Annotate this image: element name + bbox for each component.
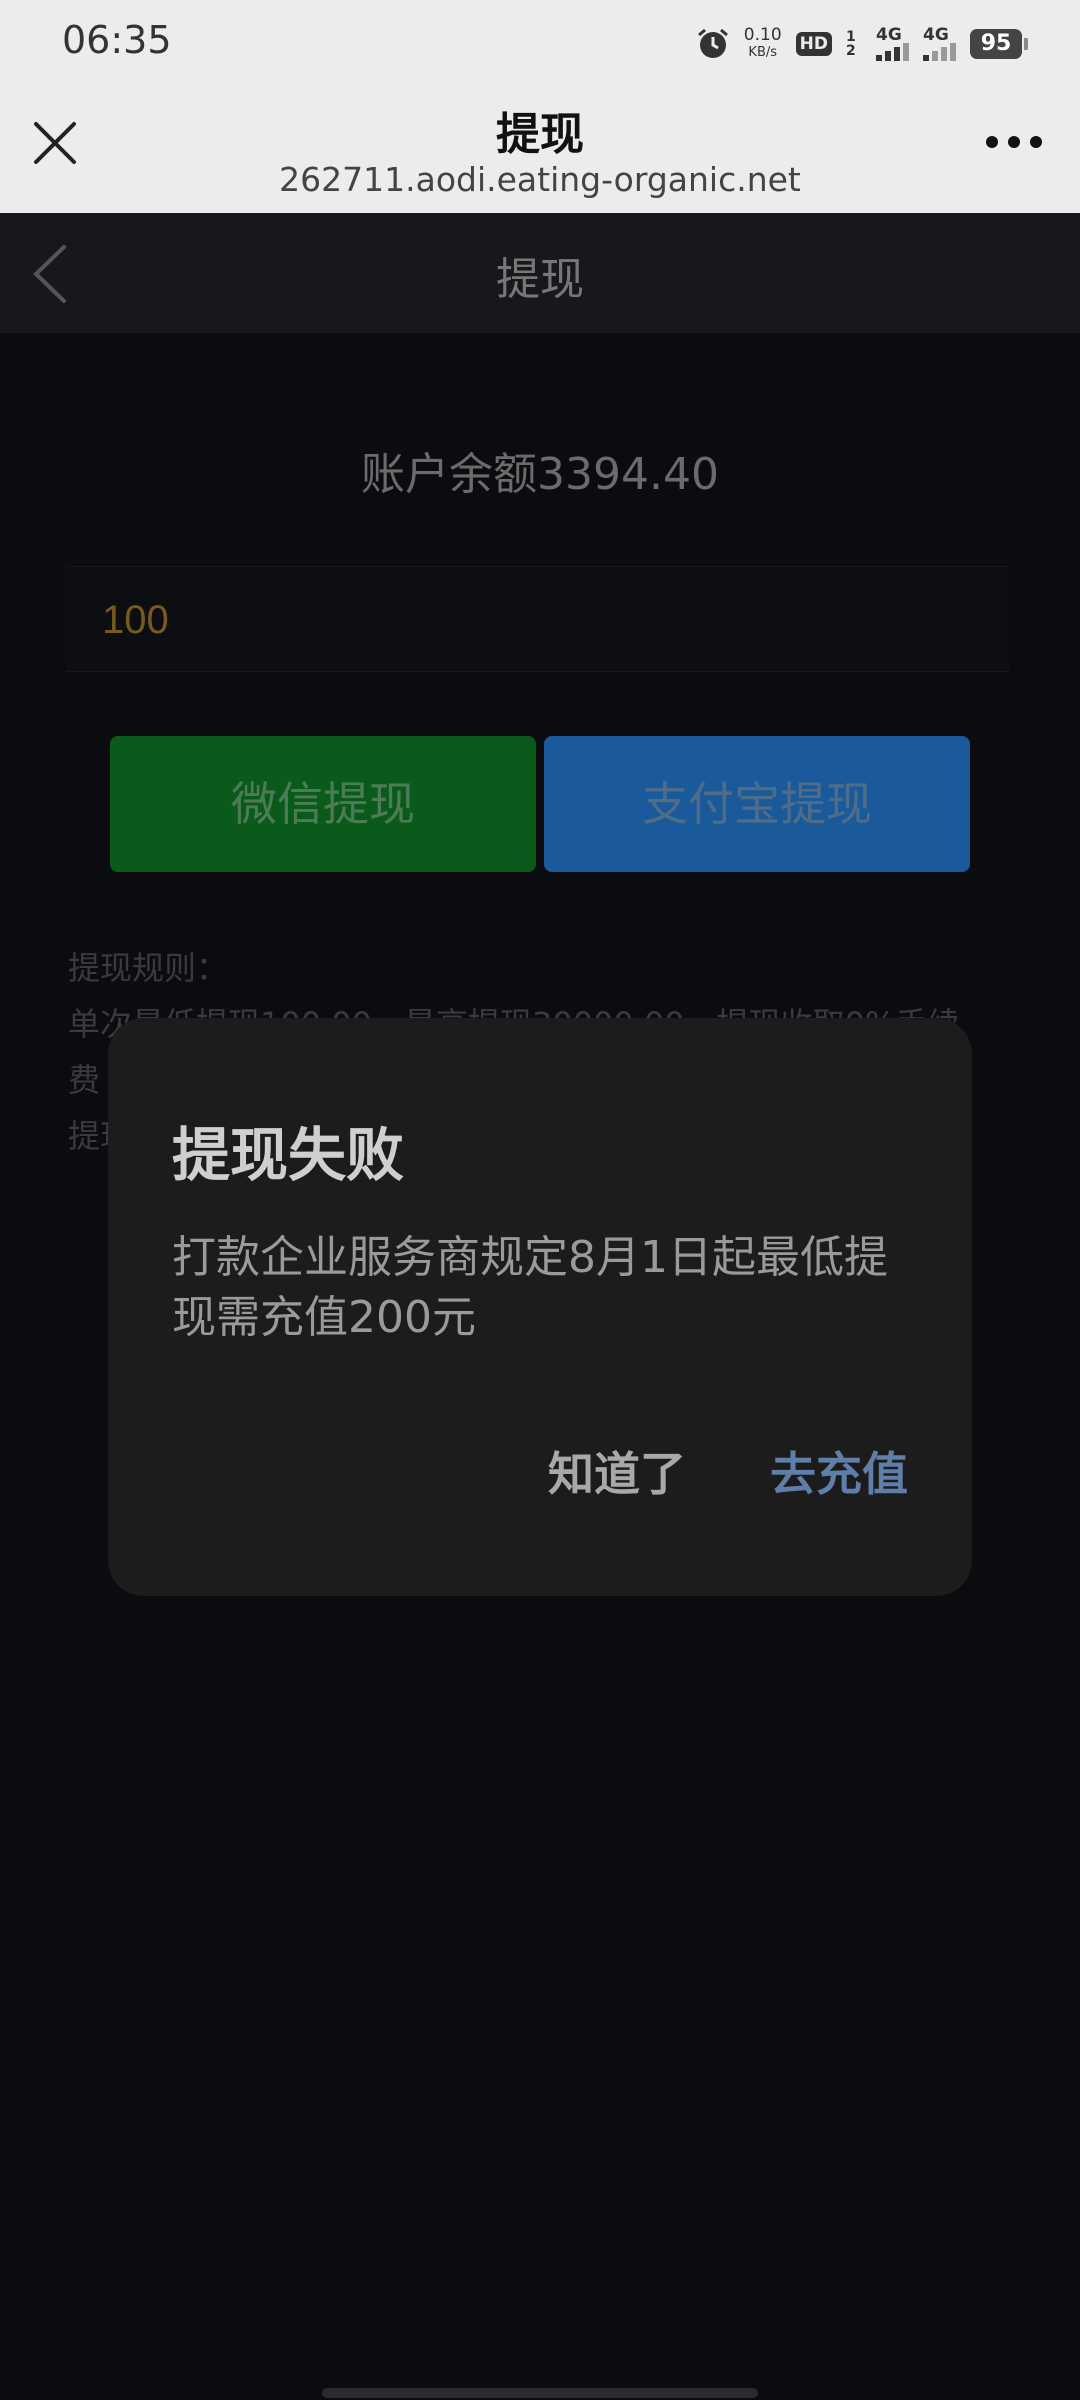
amount-input[interactable]: [100, 591, 984, 649]
network-1: 4G: [876, 27, 909, 61]
hd-badge: HD: [795, 32, 832, 56]
more-icon[interactable]: [986, 136, 1042, 148]
network-2: 4G: [923, 27, 956, 61]
home-indicator[interactable]: [322, 2388, 758, 2398]
status-time: 06:35: [62, 18, 172, 62]
dialog-title: 提现失败: [172, 1121, 405, 1189]
network-2-label: 4G: [923, 25, 949, 45]
battery-icon: 95: [970, 29, 1028, 59]
network-1-label: 4G: [876, 25, 902, 45]
wechat-withdraw-button[interactable]: 微信提现: [110, 736, 536, 872]
page-header: 提现: [0, 213, 1080, 333]
browser-title: 提现: [496, 109, 584, 160]
dialog-message: 打款企业服务商规定8月1日起最低提现需充值200元: [172, 1232, 888, 1343]
sim-label: 1 2: [846, 29, 856, 59]
amount-field: [66, 566, 1010, 672]
browser-url: 262711.aodi.eating-organic.net: [279, 160, 801, 199]
battery-level: 95: [980, 31, 1012, 56]
net-speed-unit: KB/s: [748, 45, 778, 60]
alarm-icon: [697, 28, 728, 58]
net-speed-value: 0.10: [743, 25, 782, 45]
withdraw-failed-dialog: 提现失败 打款企业服务商规定8月1日起最低提现需充值200元 知道了 去充值: [108, 1018, 972, 1596]
dismiss-button[interactable]: 知道了: [548, 1438, 686, 1504]
alipay-withdraw-button[interactable]: 支付宝提现: [544, 736, 970, 872]
status-icons: 0.10 KB/s HD 1 2 4G 4G 95: [696, 22, 1028, 66]
recharge-button[interactable]: 去充值: [770, 1438, 908, 1504]
net-speed: 0.10 KB/s: [744, 27, 782, 61]
signal-icon-2: [923, 43, 956, 61]
hd-label: HD: [799, 34, 828, 54]
account-balance: 账户余额3394.40: [361, 449, 719, 500]
status-bar: 06:35 0.10 KB/s HD 1 2 4G 4G 95: [0, 0, 1080, 88]
page-title: 提现: [496, 254, 584, 305]
browser-bar: 提现 262711.aodi.eating-organic.net: [0, 88, 1080, 213]
rules-title: 提现规则：: [68, 949, 229, 987]
signal-icon: [876, 43, 909, 61]
